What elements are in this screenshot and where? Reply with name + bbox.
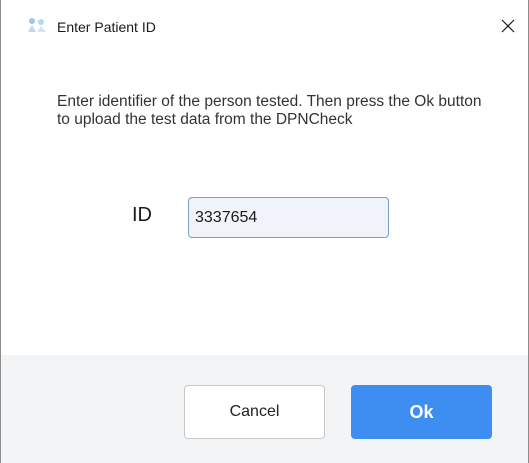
close-button[interactable] [488,10,528,44]
close-icon [501,16,515,39]
patient-app-icon [26,16,48,34]
title-bar: Enter Patient ID [1,0,528,44]
button-footer: Cancel Ok [1,355,528,463]
enter-patient-id-dialog: Enter Patient ID Enter identifier of the… [0,0,529,463]
id-label: ID [132,204,152,226]
window-title: Enter Patient ID [57,19,156,35]
ok-button[interactable]: Ok [351,385,492,439]
instruction-message: Enter identifier of the person tested. T… [57,93,482,128]
cancel-button[interactable]: Cancel [184,385,325,439]
patient-id-input[interactable] [188,197,389,238]
